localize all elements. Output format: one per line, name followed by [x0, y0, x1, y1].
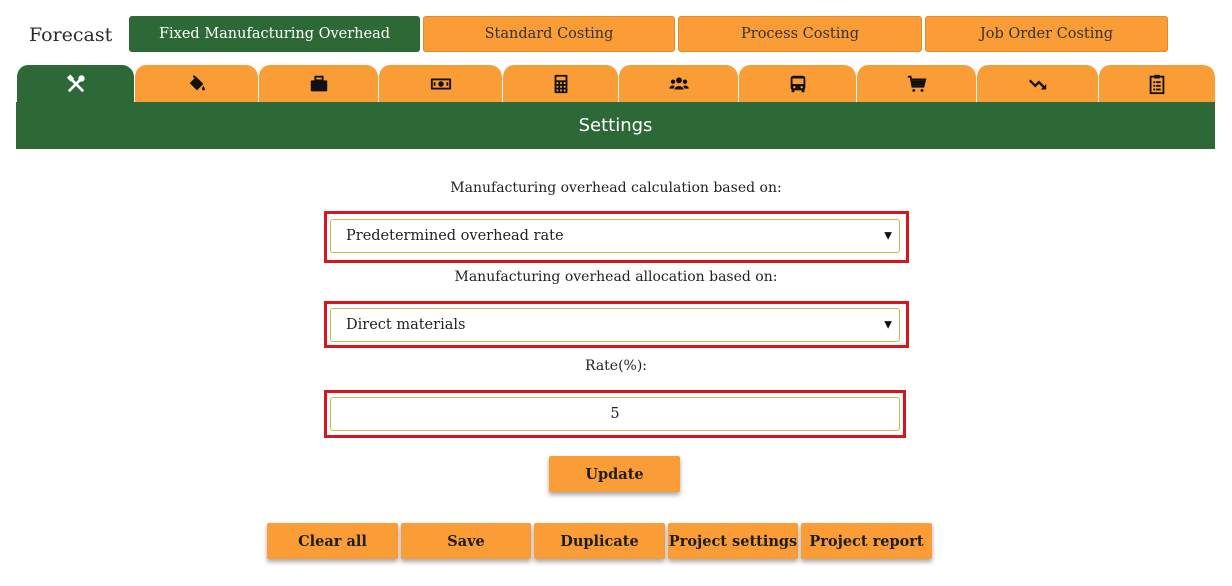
chevron-down-icon: ▼ [884, 230, 892, 242]
alloc-basis-label: Manufacturing overhead allocation based … [454, 269, 778, 285]
icon-tab-calculator[interactable] [502, 65, 618, 103]
rate-input[interactable] [330, 397, 900, 431]
calculator-icon [554, 74, 567, 94]
briefcase-icon [310, 75, 327, 92]
icon-tab-materials[interactable] [134, 65, 258, 103]
icon-tab-transport[interactable] [738, 65, 856, 103]
duplicate-button[interactable]: Duplicate [534, 523, 665, 559]
alloc-basis-value: Direct materials [346, 317, 466, 333]
tab-process-costing[interactable]: Process Costing [678, 16, 922, 52]
icon-tab-overhead[interactable] [258, 65, 378, 103]
paint-bucket-icon [189, 75, 205, 91]
project-report-button[interactable]: Project report [801, 523, 932, 559]
tab-job-order-costing[interactable]: Job Order Costing [925, 16, 1168, 52]
update-button[interactable]: Update [549, 456, 680, 492]
project-settings-button[interactable]: Project settings [668, 523, 798, 559]
calc-basis-label: Manufacturing overhead calculation based… [450, 180, 782, 196]
icon-tab-report[interactable] [1098, 65, 1215, 103]
icon-tab-labor[interactable] [618, 65, 738, 103]
chevron-down-icon: ▼ [884, 319, 892, 331]
section-title: Settings [16, 102, 1215, 149]
clipboard-list-icon [1149, 74, 1165, 95]
users-icon [668, 77, 689, 90]
bus-icon [790, 75, 805, 93]
tab-fixed-manufacturing-overhead[interactable]: Fixed Manufacturing Overhead [129, 16, 420, 52]
icon-tab-cash[interactable] [378, 65, 502, 103]
tools-icon [66, 74, 85, 92]
icon-tab-depreciation[interactable] [976, 65, 1098, 103]
icon-tab-settings[interactable] [16, 65, 134, 103]
clear-all-button[interactable]: Clear all [267, 523, 398, 559]
save-button[interactable]: Save [401, 523, 531, 559]
alloc-basis-select[interactable]: Direct materials ▼ [330, 308, 900, 342]
app-brand: Forecast [29, 24, 113, 46]
calc-basis-value: Predetermined overhead rate [346, 228, 564, 244]
calc-basis-select[interactable]: Predetermined overhead rate ▼ [330, 219, 900, 253]
shopping-cart-icon [907, 75, 926, 92]
rate-label: Rate(%): [584, 358, 648, 374]
money-bill-icon [430, 78, 451, 90]
trend-down-icon [1028, 79, 1046, 90]
tab-standard-costing[interactable]: Standard Costing [423, 16, 675, 52]
icon-tab-sales[interactable] [856, 65, 976, 103]
